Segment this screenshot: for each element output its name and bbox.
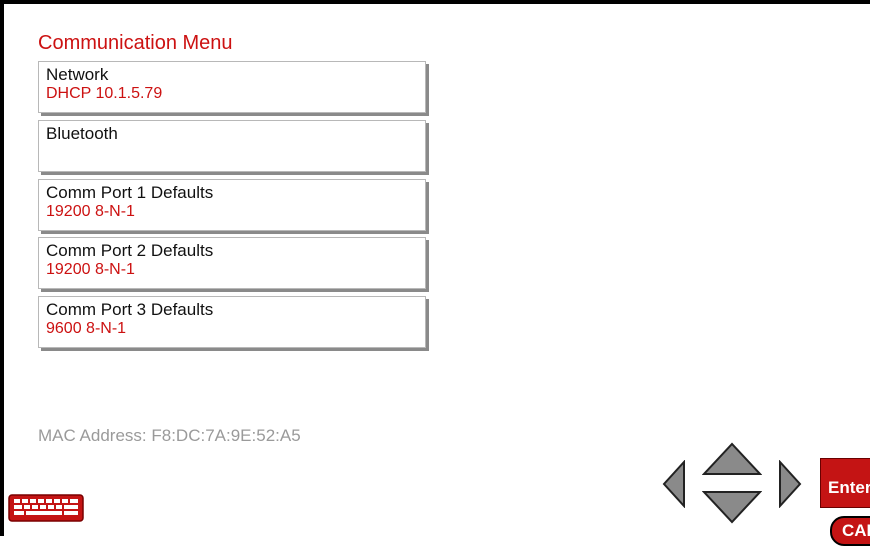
bluetooth-button[interactable]: Bluetooth: [38, 120, 426, 172]
comm-port-1-button[interactable]: Comm Port 1 Defaults 19200 8-N-1: [38, 179, 426, 231]
comm-port-1-label: Comm Port 1 Defaults: [46, 183, 214, 202]
arrow-left-icon[interactable]: [662, 460, 686, 508]
cal-button[interactable]: CAL: [830, 516, 870, 546]
comm-port-3-label: Comm Port 3 Defaults: [46, 300, 214, 319]
comm-port-2-value: 19200 8-N-1: [46, 261, 135, 278]
bluetooth-label: Bluetooth: [46, 124, 118, 143]
enter-button[interactable]: Enter: [820, 458, 870, 508]
comm-port-1-value: 19200 8-N-1: [46, 203, 135, 220]
comm-port-2-button[interactable]: Comm Port 2 Defaults 19200 8-N-1: [38, 237, 426, 289]
arrow-right-icon[interactable]: [778, 460, 802, 508]
comm-port-2-label: Comm Port 2 Defaults: [46, 241, 214, 260]
network-button[interactable]: Network DHCP 10.1.5.79: [38, 61, 426, 113]
window-top-border: [0, 0, 870, 4]
mac-address: MAC Address: F8:DC:7A:9E:52:A5: [38, 426, 301, 445]
comm-port-3-value: 9600 8-N-1: [46, 320, 127, 337]
window-left-border: [0, 0, 4, 536]
comm-port-3-button[interactable]: Comm Port 3 Defaults 9600 8-N-1: [38, 296, 426, 348]
arrow-down-icon[interactable]: [702, 490, 762, 524]
arrow-up-icon[interactable]: [702, 442, 762, 476]
network-label: Network: [46, 65, 109, 84]
keyboard-icon[interactable]: [8, 494, 84, 522]
network-value: DHCP 10.1.5.79: [46, 85, 163, 102]
page-title: Communication Menu: [38, 32, 233, 54]
